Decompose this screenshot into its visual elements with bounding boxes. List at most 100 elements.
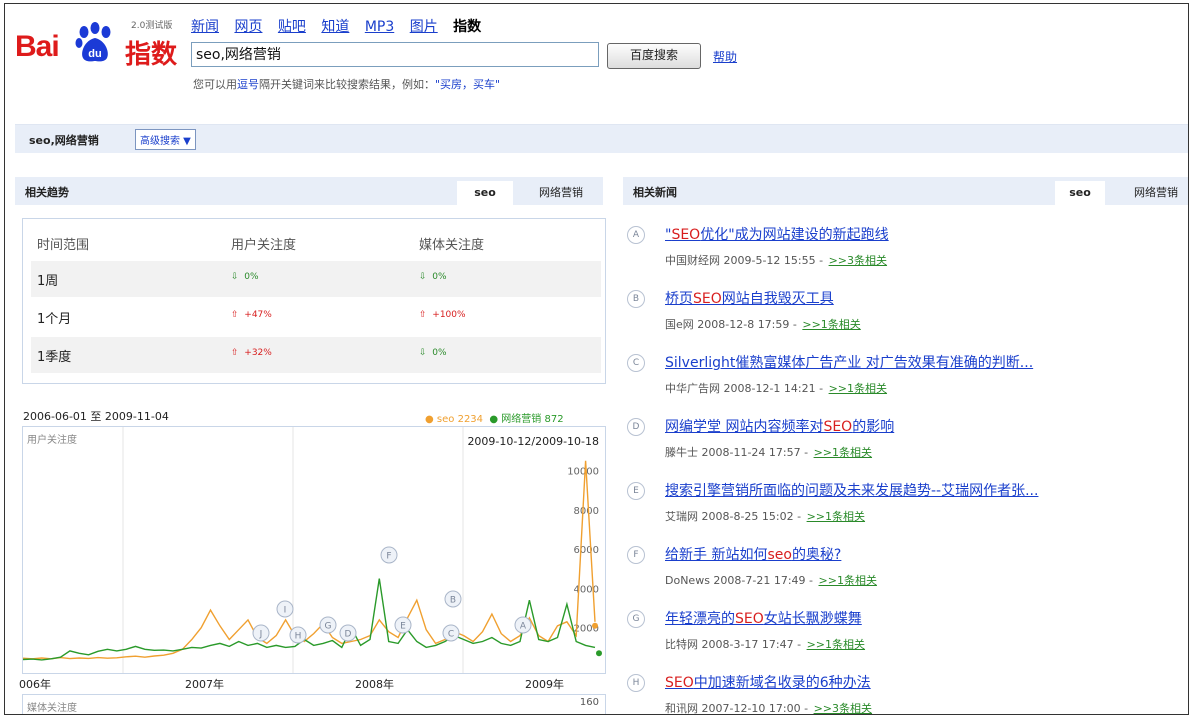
search-button[interactable]: 百度搜索	[607, 43, 701, 69]
down-arrow-icon: ⇩	[419, 272, 427, 282]
keyword-highlight: SEO	[823, 419, 853, 435]
news-related-link[interactable]: >>1条相关	[829, 382, 887, 395]
down-arrow-icon: ⇩	[419, 348, 427, 358]
search-hint: 您可以用逗号隔开关键词来比较搜索结果，例如："买房，买车"	[193, 76, 500, 92]
tab-seo[interactable]: seo	[457, 181, 513, 205]
news-badge: A	[627, 226, 645, 244]
media-change: ⇧ +100%	[419, 310, 466, 320]
news-related-link[interactable]: >>1条相关	[802, 318, 860, 331]
keyword-highlight: SEO	[665, 675, 694, 691]
nav-mp3[interactable]: MP3	[365, 19, 394, 35]
news-meta: 滕牛士 2008-11-24 17:57 - >>1条相关	[665, 444, 872, 460]
legend-wlyx[interactable]: ● 网络营销 872	[489, 414, 563, 425]
header-media: 媒体关注度	[419, 238, 485, 253]
nav-zhidao[interactable]: 知道	[321, 19, 349, 35]
news-badge: F	[627, 546, 645, 564]
news-badge: E	[627, 482, 645, 500]
hover-point	[592, 622, 598, 629]
hover-point	[596, 650, 602, 657]
news-meta: DoNews 2008-7-21 17:49 - >>1条相关	[665, 572, 877, 588]
event-marker-label: D	[345, 630, 352, 640]
legend-seo-name: seo	[436, 414, 455, 425]
news-title-link[interactable]: SEO中加速新域名收录的6种办法	[665, 672, 871, 692]
trend-panel-title: 相关趋势	[25, 186, 69, 199]
news-related-link[interactable]: >>3条相关	[829, 254, 887, 267]
x-tick-label: 2008年	[355, 678, 394, 691]
news-title-link[interactable]: 给新手 新站如何seo的奥秘?	[665, 544, 841, 564]
news-source: 艾瑞网 2008-8-25 15:02 -	[665, 510, 802, 523]
news-item: D 网编学堂 网站内容频率对SEO的影响滕牛士 2008-11-24 17:57 …	[627, 416, 1187, 480]
legend-wlyx-name: 网络营销	[501, 414, 542, 425]
tab-news-seo[interactable]: seo	[1055, 181, 1105, 205]
up-arrow-icon: ⇧	[231, 348, 239, 358]
news-meta: 比特网 2008-3-17 17:47 - >>1条相关	[665, 636, 865, 652]
news-badge: H	[627, 674, 645, 692]
down-arrow-icon: ⇩	[231, 272, 239, 282]
news-meta: 中国财经网 2009-5-12 15:55 - >>3条相关	[665, 252, 887, 268]
tab-news-wlyx[interactable]: 网络营销	[1111, 181, 1188, 205]
user-change-value: +32%	[244, 348, 272, 358]
tab-wlyx[interactable]: 网络营销	[519, 181, 603, 205]
chart-date-range: 2006-06-01 至 2009-11-04	[23, 410, 169, 423]
query-text: seo,网络营销	[29, 134, 99, 147]
advanced-search-button[interactable]: 高级搜索 ▼	[135, 129, 196, 150]
news-title-link[interactable]: Silverlight催熟富媒体广告产业 对广告效果有准确的判断...	[665, 352, 1033, 372]
help-link[interactable]: 帮助	[713, 48, 737, 65]
user-change: ⇧ +32%	[231, 348, 272, 358]
table-row: 1周 ⇩ 0% ⇩ 0%	[31, 261, 601, 297]
news-title-link[interactable]: 桥页SEO网站自我毁灭工具	[665, 288, 834, 308]
news-meta: 和讯网 2007-12-10 17:00 - >>3条相关	[665, 700, 872, 714]
table-row: 1季度 ⇧ +32% ⇩ 0%	[31, 337, 601, 373]
news-source: 中国财经网 2009-5-12 15:55 -	[665, 254, 824, 267]
news-related-link[interactable]: >>1条相关	[807, 510, 865, 523]
media-chart: 媒体关注度 160	[22, 694, 606, 714]
chart-ylabel: 用户关注度	[27, 433, 77, 446]
news-related-link[interactable]: >>1条相关	[807, 638, 865, 651]
x-tick-label: 2007年	[185, 678, 224, 691]
news-source: 滕牛士 2008-11-24 17:57 -	[665, 446, 809, 459]
news-related-link[interactable]: >>3条相关	[814, 702, 872, 714]
news-badge: D	[627, 418, 645, 436]
event-marker-label: C	[448, 630, 454, 640]
user-change: ⇩ 0%	[231, 272, 259, 282]
trend-panel-header: 相关趋势 seo 网络营销	[15, 177, 603, 205]
logo-trial: 2.0测试版	[131, 21, 173, 31]
news-related-link[interactable]: >>1条相关	[819, 574, 877, 587]
news-badge: G	[627, 610, 645, 628]
up-arrow-icon: ⇧	[231, 310, 239, 320]
y-tick-label: 6000	[574, 545, 599, 556]
nav-tieba[interactable]: 贴吧	[278, 19, 306, 35]
media-chart-ylabel: 媒体关注度	[27, 703, 77, 714]
row-range: 1周	[37, 274, 59, 289]
user-change: ⇧ +47%	[231, 310, 272, 320]
media-change-value: 0%	[432, 348, 447, 358]
nav-news[interactable]: 新闻	[191, 19, 219, 35]
keyword-highlight: SEO	[671, 227, 701, 243]
x-tick-label: 2009年	[525, 678, 564, 691]
nav-web[interactable]: 网页	[234, 19, 262, 35]
nav-image[interactable]: 图片	[410, 19, 438, 35]
chart-legend: ● seo 2234 ● 网络营销 872	[425, 410, 564, 425]
news-meta: 国e网 2008-12-8 17:59 - >>1条相关	[665, 316, 861, 332]
hint-highlight: 逗号	[237, 78, 259, 91]
news-title-link[interactable]: "SEO优化"成为网站建设的新起跑线	[665, 224, 889, 244]
event-marker-label: A	[520, 622, 527, 632]
media-change: ⇩ 0%	[419, 348, 447, 358]
hint-example[interactable]: "买房，买车"	[435, 78, 500, 91]
trend-chart[interactable]: 用户关注度 2009-10-12/2009-10-18 10000 8000 6000 4…	[22, 426, 606, 674]
news-panel-title: 相关新闻	[633, 186, 677, 199]
news-item: H SEO中加速新域名收录的6种办法和讯网 2007-12-10 17:00 - …	[627, 672, 1187, 714]
news-source: 国e网 2008-12-8 17:59 -	[665, 318, 797, 331]
header-range: 时间范围	[37, 238, 90, 253]
baidu-logo[interactable]: Bai du 指数 2.0测试版	[15, 14, 183, 70]
news-title-link[interactable]: 年轻漂亮的SEO女站长飘渺蝶舞	[665, 608, 862, 628]
news-related-link[interactable]: >>1条相关	[814, 446, 872, 459]
news-title-link[interactable]: 搜索引擎营销所面临的问题及未来发展趋势--艾瑞网作者张...	[665, 480, 1038, 500]
header-user: 用户关注度	[231, 238, 297, 253]
news-item: G 年轻漂亮的SEO女站长飘渺蝶舞比特网 2008-3-17 17:47 - >>…	[627, 608, 1187, 672]
table-header: 时间范围 用户关注度 媒体关注度	[31, 225, 601, 261]
keyword-highlight: seo	[767, 547, 792, 563]
news-title-link[interactable]: 网编学堂 网站内容频率对SEO的影响	[665, 416, 894, 436]
search-input[interactable]: seo,网络营销	[191, 42, 599, 67]
legend-seo[interactable]: ● seo 2234	[425, 414, 483, 425]
